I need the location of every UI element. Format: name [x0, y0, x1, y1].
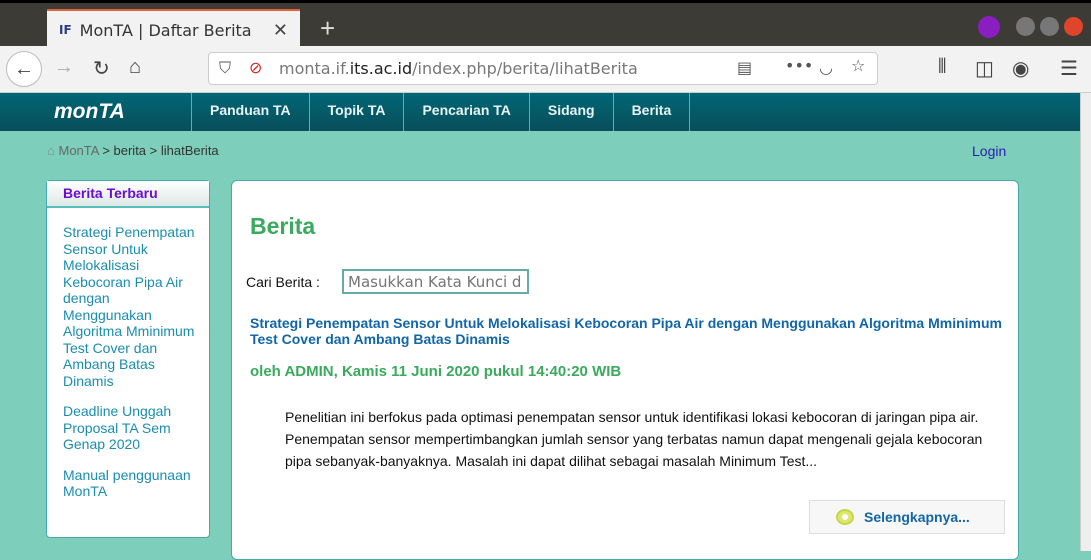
new-tab-icon[interactable]: +: [320, 13, 335, 44]
sidebar-news-link[interactable]: Strategi Penempatan Sensor Untuk Melokal…: [63, 224, 201, 389]
read-more-label: Selengkapnya...: [864, 509, 970, 525]
menu-icon[interactable]: ☰: [1060, 56, 1078, 81]
close-tab-icon[interactable]: ✕: [273, 20, 288, 41]
private-browsing-icon: [978, 16, 1000, 38]
nav-sidang[interactable]: Sidang: [530, 93, 614, 131]
browser-toolbar: ← → ↻ ⌂ ⛉ ⊘ monta.if.its.ac.id/index.php…: [0, 46, 1091, 93]
library-icon[interactable]: ⫴: [938, 56, 946, 79]
eye-icon: [836, 509, 854, 525]
page-title: Berita: [250, 213, 316, 239]
bookmark-star-icon[interactable]: ☆: [851, 56, 865, 75]
latest-news-sidebar: Berita Terbaru Strategi Penempatan Senso…: [46, 180, 210, 538]
nav-pencarian-ta[interactable]: Pencarian TA: [404, 93, 530, 131]
nav-berita[interactable]: Berita: [614, 93, 691, 131]
sidebar-news-link[interactable]: Deadline Unggah Proposal TA Sem Genap 20…: [63, 403, 201, 453]
minimize-button[interactable]: [1016, 17, 1035, 36]
account-icon[interactable]: ◉: [1012, 56, 1029, 81]
url-path: /index.php/berita/lihatBerita: [412, 59, 638, 78]
home-button[interactable]: ⌂: [129, 56, 141, 79]
nav-topik-ta[interactable]: Topik TA: [310, 93, 405, 131]
favicon-icon: IF: [59, 23, 72, 37]
window-close-button[interactable]: [1064, 17, 1083, 36]
tab-title: MonTA | Daftar Berita: [79, 20, 252, 40]
address-bar[interactable]: ⛉ ⊘ monta.if.its.ac.id/index.php/berita/…: [208, 52, 878, 85]
site-navbar: monTA Panduan TA Topik TA Pencarian TA S…: [0, 93, 1080, 131]
shield-icon[interactable]: ⛉: [219, 58, 231, 78]
browser-titlebar: IF MonTA | Daftar Berita ✕ +: [0, 0, 1091, 49]
scrollbar[interactable]: [1080, 93, 1091, 551]
insecure-lock-icon[interactable]: ⊘: [249, 58, 262, 77]
breadcrumb: ⌂ MonTA > berita > lihatBerita: [47, 143, 219, 158]
nav-panduan-ta[interactable]: Panduan TA: [192, 93, 310, 131]
sidebar-title: Berita Terbaru: [47, 181, 209, 208]
login-link[interactable]: Login: [972, 143, 1006, 159]
forward-button[interactable]: →: [54, 56, 74, 79]
search-label: Cari Berita :: [246, 274, 320, 290]
breadcrumb-home-link[interactable]: MonTA: [58, 143, 98, 158]
article-title[interactable]: Strategi Penempatan Sensor Untuk Melokal…: [250, 315, 1020, 347]
site-logo[interactable]: monTA: [54, 100, 125, 124]
sidebar-icon[interactable]: ◫: [975, 56, 994, 81]
article-meta: oleh ADMIN, Kamis 11 Juni 2020 pukul 14:…: [250, 363, 622, 380]
article-excerpt: Penelitian ini berfokus pada optimasi pe…: [285, 409, 983, 469]
sidebar-news-link[interactable]: Manual penggunaan MonTA: [63, 467, 201, 500]
news-panel: Berita Cari Berita : Strategi Penempatan…: [231, 180, 1019, 560]
back-button[interactable]: ←: [6, 51, 42, 87]
browser-tab[interactable]: IF MonTA | Daftar Berita ✕: [47, 9, 300, 49]
breadcrumb-path: > berita > lihatBerita: [98, 143, 219, 158]
read-more-button[interactable]: Selengkapnya...: [809, 500, 1005, 534]
more-actions-icon[interactable]: •••: [785, 56, 813, 75]
maximize-button[interactable]: [1040, 17, 1059, 36]
reader-view-icon[interactable]: ▤: [737, 58, 752, 77]
url-domain: its.ac.id: [349, 59, 413, 78]
search-input[interactable]: [342, 269, 529, 294]
home-icon: ⌂: [47, 143, 55, 158]
reload-button[interactable]: ↻: [93, 56, 110, 81]
url-prefix: monta.if.: [279, 59, 350, 78]
pocket-icon[interactable]: ◡: [819, 58, 833, 77]
